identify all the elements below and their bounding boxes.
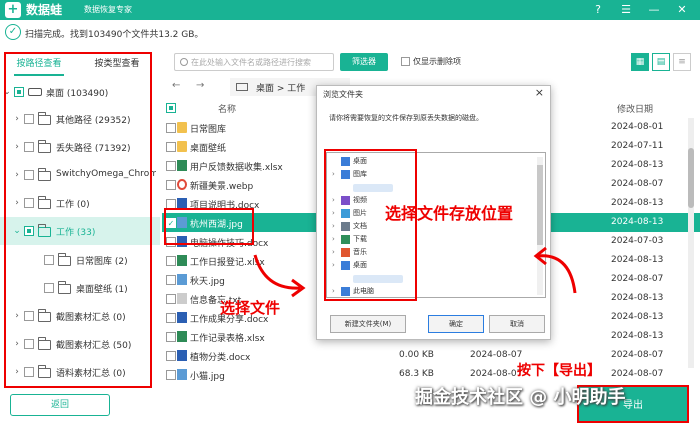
- annotation-dialog-box: [324, 149, 417, 301]
- jpg-file-icon: [177, 274, 187, 285]
- checkbox[interactable]: [166, 275, 176, 285]
- drive-icon: [236, 83, 248, 91]
- annotation-sidebar-box: [4, 52, 152, 388]
- xlsx-file-icon: [177, 255, 187, 266]
- breadcrumb-path[interactable]: 桌面 > 工作: [256, 81, 305, 94]
- file-modified: 2024-08-13: [611, 312, 664, 322]
- checkbox[interactable]: [166, 142, 176, 152]
- checkbox[interactable]: [166, 123, 176, 133]
- close-icon[interactable]: ✕: [672, 2, 692, 18]
- file-size: 68.3 KB: [399, 369, 434, 379]
- watermark-text: 掘金技术社区 @ 小明助手: [415, 387, 626, 408]
- annotation-press-export: 按下【导出】: [517, 363, 601, 379]
- filter-button[interactable]: 筛选器: [340, 53, 388, 71]
- back-button[interactable]: 返回: [10, 394, 110, 416]
- table-row[interactable]: 小猫.jpg 68.3 KB 2024-08-07 2024-08-07: [162, 365, 700, 384]
- ok-button[interactable]: 确定: [428, 315, 484, 333]
- file-modified: 2024-07-03: [611, 236, 664, 246]
- minimize-icon[interactable]: —: [644, 2, 664, 18]
- file-list-scrollbar[interactable]: [688, 118, 694, 368]
- checkbox[interactable]: [166, 351, 176, 361]
- check-circle-icon: ✓: [5, 24, 21, 40]
- file-name: 小猫.jpg: [190, 372, 225, 382]
- nav-forward-icon[interactable]: →: [196, 80, 204, 91]
- checkbox[interactable]: [166, 180, 176, 190]
- checkbox[interactable]: [166, 313, 176, 323]
- nav-back-icon[interactable]: ←: [172, 80, 180, 91]
- fold-file-icon: [177, 141, 187, 152]
- annotation-file-box: [164, 208, 254, 245]
- file-modified: 2024-08-13: [611, 293, 664, 303]
- scan-status-text: 扫描完成。找到103490个文件共13.2 GB。: [25, 30, 204, 40]
- checkbox[interactable]: [166, 256, 176, 266]
- file-name: 新疆美景.webp: [190, 182, 254, 192]
- file-modified: 2024-08-13: [611, 160, 664, 170]
- file-name: 工作记录表格.xlsx: [190, 334, 265, 344]
- app-subtitle: 数据恢复专家: [84, 5, 132, 14]
- file-name: 植物分类.docx: [190, 353, 251, 363]
- jpg-file-icon: [177, 369, 187, 380]
- column-modified[interactable]: 修改日期: [617, 102, 653, 115]
- file-modified: 2024-08-01: [611, 122, 664, 132]
- file-modified: 2024-08-13: [611, 255, 664, 265]
- checkbox[interactable]: [401, 57, 410, 66]
- search-icon: [180, 58, 188, 66]
- checkbox[interactable]: [166, 161, 176, 171]
- file-created: 2024-08-07: [470, 350, 523, 360]
- file-modified: 2024-08-07: [611, 369, 664, 379]
- cancel-button[interactable]: 取消: [489, 315, 545, 333]
- list-view-icon[interactable]: ▤: [652, 53, 670, 71]
- annotation-choose-location: 选择文件存放位置: [385, 204, 514, 223]
- xlsx-file-icon: [177, 331, 187, 342]
- dialog-message: 请你将需要恢复的文件保存到原丢失数据的磁盘。: [329, 114, 483, 122]
- app-brand: 数据蛙: [26, 3, 63, 17]
- scrollbar-thumb[interactable]: [688, 148, 694, 208]
- annotation-arrow-icon: [253, 254, 306, 298]
- file-modified: 2024-08-07: [611, 274, 664, 284]
- annotation-select-file: 选择文件: [220, 299, 281, 317]
- search-input[interactable]: 在此处输入文件名或路径进行搜索: [174, 53, 334, 71]
- docx-file-icon: [177, 312, 187, 323]
- file-name: 桌面壁纸: [190, 144, 227, 154]
- dialog-title: 浏览文件夹: [323, 90, 363, 99]
- webp-file-icon: [177, 179, 187, 190]
- menu-icon[interactable]: ☰: [616, 2, 636, 18]
- search-placeholder: 在此处输入文件名或路径进行搜索: [191, 58, 311, 67]
- only-deleted-toggle[interactable]: 仅显示删除项: [401, 56, 461, 67]
- title-bar: + 数据蛙 数据恢复专家 ? ☰ — ✕: [0, 0, 700, 20]
- checkbox[interactable]: [166, 370, 176, 380]
- grid-view-icon[interactable]: ▦: [631, 53, 649, 71]
- file-modified: 2024-08-07: [611, 350, 664, 360]
- file-created: 2024-08-07: [470, 369, 523, 379]
- file-name: 秋天.jpg: [190, 277, 225, 287]
- checkbox[interactable]: [166, 332, 176, 342]
- txt-file-icon: [177, 293, 187, 304]
- column-name[interactable]: 名称: [218, 102, 236, 115]
- file-size: 0.00 KB: [399, 350, 434, 360]
- only-deleted-label: 仅显示删除项: [413, 57, 461, 66]
- select-all-checkbox[interactable]: [166, 103, 176, 113]
- status-bar: ✓ 扫描完成。找到103490个文件共13.2 GB。: [0, 20, 700, 45]
- scrollbar-thumb[interactable]: [537, 165, 543, 245]
- file-modified: 2024-08-13: [611, 217, 664, 227]
- app-logo-icon: +: [5, 2, 21, 18]
- fold-file-icon: [177, 122, 187, 133]
- file-modified: 2024-08-13: [611, 331, 664, 341]
- file-name: 用户反馈数据收集.xlsx: [190, 163, 283, 173]
- new-folder-button[interactable]: 新建文件夹(M): [330, 315, 406, 333]
- annotation-arrow-icon: [533, 246, 577, 294]
- file-name: 日常图库: [190, 125, 227, 135]
- table-row[interactable]: 植物分类.docx 0.00 KB 2024-08-07 2024-08-07: [162, 346, 700, 365]
- docx-file-icon: [177, 350, 187, 361]
- checkbox[interactable]: [166, 294, 176, 304]
- file-modified: 2024-08-07: [611, 179, 664, 189]
- file-modified: 2024-07-11: [611, 141, 664, 151]
- detail-view-icon[interactable]: ≡: [673, 53, 691, 71]
- help-icon[interactable]: ?: [588, 2, 608, 18]
- dialog-close-icon[interactable]: ×: [535, 86, 544, 99]
- xlsx-file-icon: [177, 160, 187, 171]
- file-modified: 2024-08-13: [611, 198, 664, 208]
